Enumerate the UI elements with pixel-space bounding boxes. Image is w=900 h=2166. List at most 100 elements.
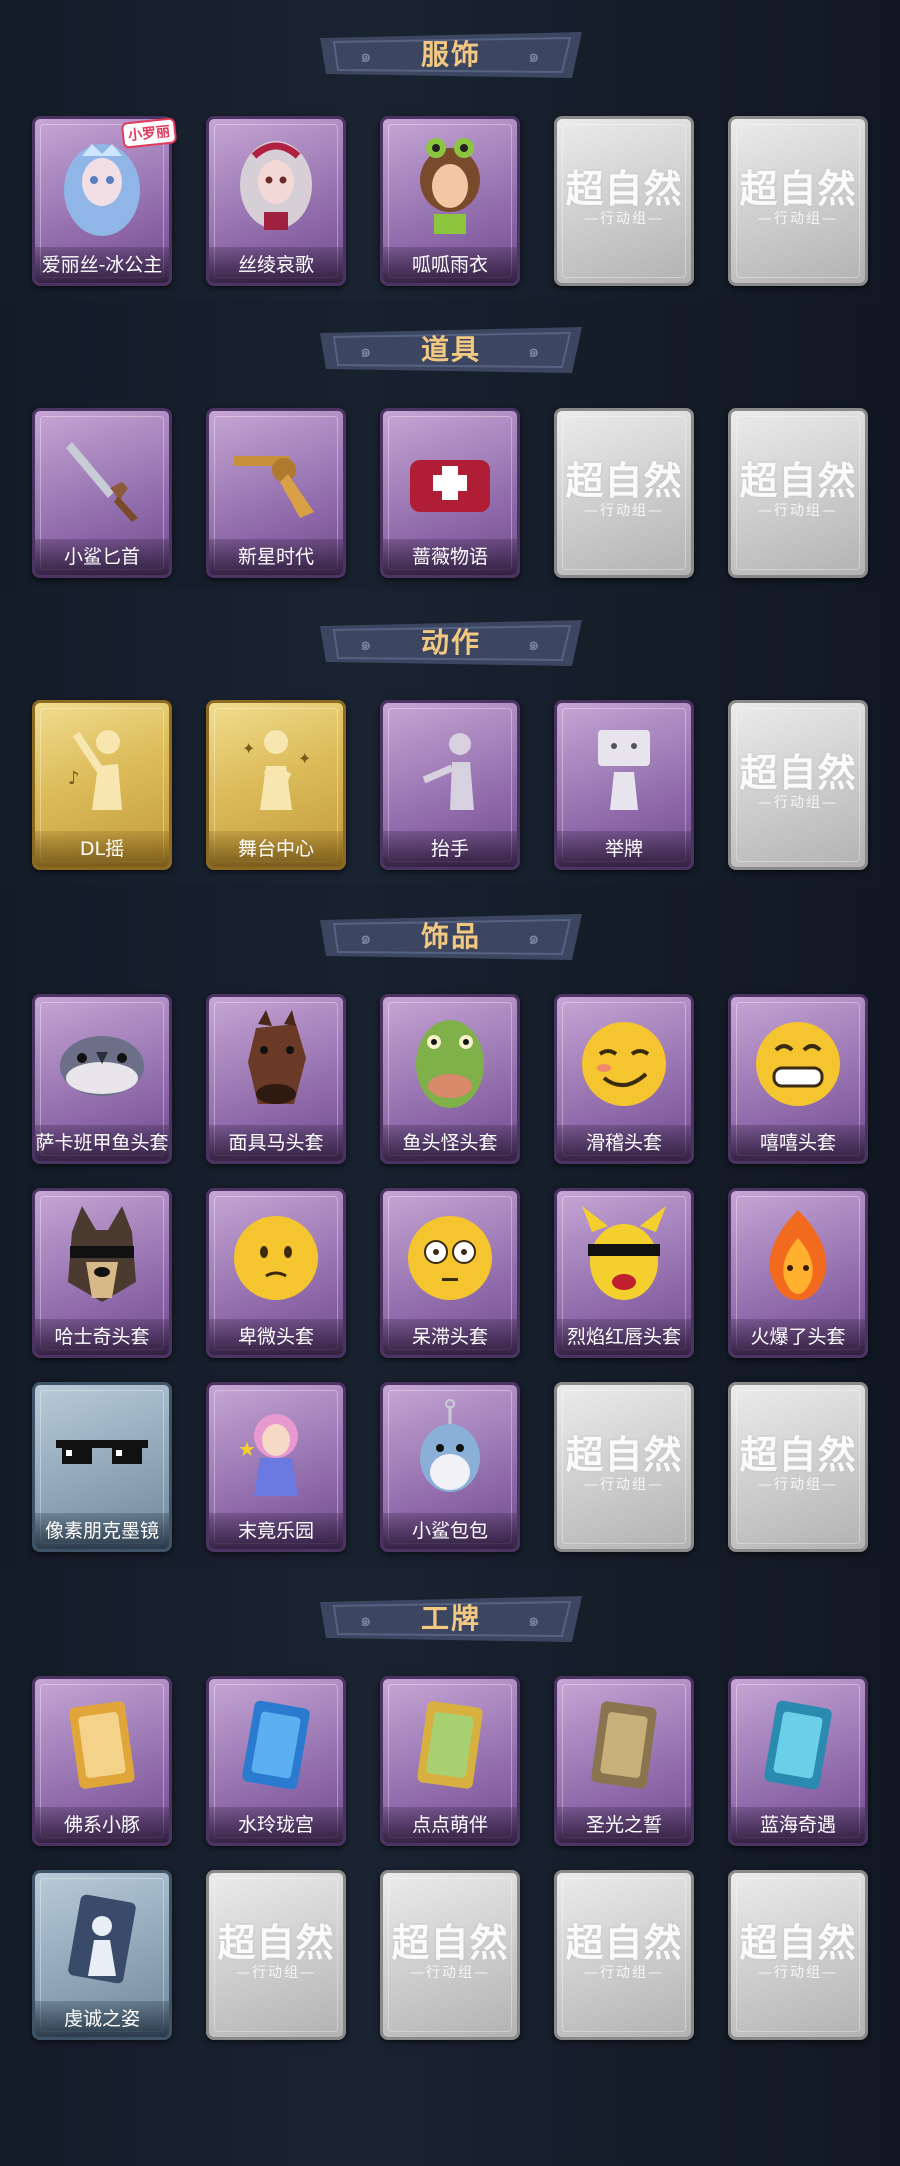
frog-raincoat-portrait-icon: [420, 138, 480, 234]
placeholder-watermark: 超自然: [739, 1433, 857, 1477]
item-card-cute-companion[interactable]: 点点萌伴: [380, 1676, 520, 1846]
item-card-fire-head[interactable]: 火爆了头套: [728, 1188, 868, 1358]
item-label: 圣光之誓: [557, 1807, 691, 1843]
shark-bag-icon: [420, 1399, 480, 1492]
hold-sign-icon: [598, 730, 650, 810]
item-label: 抬手: [383, 831, 517, 867]
item-card-devout-pose[interactable]: 虔诚之姿: [32, 1870, 172, 2040]
item-card-shark-bag[interactable]: 小鲨包包: [380, 1382, 520, 1552]
placeholder-watermark: 超自然: [565, 1433, 683, 1477]
item-card-shark-dagger[interactable]: 小鲨匕首: [32, 408, 172, 578]
item-card-pixel-sunglasses[interactable]: 像素朋克墨镜: [32, 1382, 172, 1552]
item-label: 哈士奇头套: [35, 1319, 169, 1355]
placeholder-watermark-sub: —行动组—: [584, 1965, 664, 1981]
item-card-blue-sea[interactable]: 蓝海奇遇: [728, 1676, 868, 1846]
placeholder-watermark-sub: —行动组—: [584, 211, 664, 227]
item-card-grin-head[interactable]: 嘻嘻头套: [728, 994, 868, 1164]
item-card-hold-sign[interactable]: 举牌: [554, 700, 694, 870]
item-card-rose-tale[interactable]: 蔷薇物语: [380, 408, 520, 578]
item-card-frog-raincoat[interactable]: 呱呱雨衣: [380, 116, 520, 286]
placeholder-watermark-sub: —行动组—: [584, 1477, 664, 1493]
section-title: 工牌: [420, 1602, 481, 1635]
item-label: 蔷薇物语: [383, 539, 517, 575]
dance-pose-icon: ♪: [68, 730, 122, 810]
empty-slot: 超自然 —行动组—: [728, 700, 868, 870]
item-label: 点点萌伴: [383, 1807, 517, 1843]
husky-head-icon: [68, 1206, 136, 1302]
placeholder-watermark: 超自然: [565, 1921, 683, 1965]
fishman-head-icon: [416, 1020, 484, 1108]
item-label: 面具马头套: [209, 1125, 343, 1161]
raise-hand-icon: [422, 733, 474, 810]
holy-light-card-icon: [591, 1701, 657, 1789]
item-label: 蓝海奇遇: [731, 1807, 865, 1843]
golden-card-icon: [69, 1701, 135, 1789]
placeholder-watermark-sub: —行动组—: [758, 503, 838, 519]
section-banner-badges: ๑๑ 工牌: [320, 1594, 582, 1644]
devout-pose-card-icon: [68, 1894, 136, 1984]
item-card-water-palace[interactable]: 水玲珑宫: [206, 1676, 346, 1846]
item-label: DL摇: [35, 831, 169, 867]
empty-slot: 超自然 —行动组—: [728, 408, 868, 578]
item-label: 卑微头套: [209, 1319, 343, 1355]
empty-slot: 超自然 —行动组—: [554, 1870, 694, 2040]
item-label: 虔诚之姿: [35, 2001, 169, 2037]
placeholder-watermark: 超自然: [217, 1921, 335, 1965]
section-title: 动作: [420, 626, 481, 659]
item-card-dl-sway[interactable]: ♪ DL摇: [32, 700, 172, 870]
item-label: 呱呱雨衣: [383, 247, 517, 283]
item-card-horse-head[interactable]: 面具马头套: [206, 994, 346, 1164]
empty-slot: 超自然 —行动组—: [554, 116, 694, 286]
item-card-silk-elegy[interactable]: 丝绫哀歌: [206, 116, 346, 286]
placeholder-watermark: 超自然: [391, 1921, 509, 1965]
fire-spirit-icon: [769, 1210, 827, 1300]
item-card-red-lips-head[interactable]: 烈焰红唇头套: [554, 1188, 694, 1358]
horse-head-icon: [248, 1010, 306, 1104]
item-card-unfinished-park[interactable]: ★ 末竟乐园: [206, 1382, 346, 1552]
empty-slot: 超自然 —行动组—: [554, 1382, 694, 1552]
empty-slot: 超自然 —行动组—: [206, 1870, 346, 2040]
item-card-husky-head[interactable]: 哈士奇头套: [32, 1188, 172, 1358]
item-card-ice-princess[interactable]: 小罗丽 爱丽丝-冰公主: [32, 116, 178, 286]
item-card-center-stage[interactable]: ✦ ✦ 舞台中心: [206, 700, 346, 870]
stage-pose-icon: ✦✦: [242, 730, 311, 810]
placeholder-watermark-sub: —行动组—: [236, 1965, 316, 1981]
pixel-sunglasses-icon: [56, 1440, 148, 1464]
medkit-icon: [410, 460, 490, 512]
revolver-icon: [234, 456, 314, 518]
empty-slot: 超自然 —行动组—: [554, 408, 694, 578]
item-label: 小鲨匕首: [35, 539, 169, 575]
clown-girl-charm-icon: ★: [238, 1414, 298, 1496]
svg-text:✦: ✦: [298, 749, 311, 768]
placeholder-watermark-sub: —行动组—: [758, 795, 838, 811]
item-card-smirk-head[interactable]: 滑稽头套: [554, 994, 694, 1164]
item-card-humble-head[interactable]: 卑微头套: [206, 1188, 346, 1358]
placeholder-watermark: 超自然: [739, 751, 857, 795]
item-card-zen-piglet[interactable]: 佛系小豚: [32, 1676, 172, 1846]
item-label: 舞台中心: [209, 831, 343, 867]
empty-slot: 超自然 —行动组—: [728, 1382, 868, 1552]
item-card-nova-era[interactable]: 新星时代: [206, 408, 346, 578]
item-card-fish-head[interactable]: 萨卡班甲鱼头套: [32, 994, 172, 1164]
empty-slot: 超自然 —行动组—: [380, 1870, 520, 2040]
item-card-holy-oath[interactable]: 圣光之誓: [554, 1676, 694, 1846]
section-title: 饰品: [420, 920, 481, 953]
section-banner-actions: ๑๑ 动作: [320, 618, 582, 668]
item-label: 嘻嘻头套: [731, 1125, 865, 1161]
shark-dagger-icon: [66, 442, 138, 522]
empty-slot: 超自然 —行动组—: [728, 116, 868, 286]
meadow-card-icon: [417, 1701, 483, 1789]
item-card-fishman-head[interactable]: 鱼头怪头套: [380, 994, 520, 1164]
section-banner-clothing: ๑๑ 服饰: [320, 30, 582, 80]
section-title: 服饰: [420, 38, 481, 71]
item-label: 像素朋克墨镜: [35, 1513, 169, 1549]
pikachu-head-icon: [582, 1206, 666, 1300]
item-label: 佛系小豚: [35, 1807, 169, 1843]
grin-emoji-icon: [756, 1022, 840, 1106]
item-card-raise-hand[interactable]: 抬手: [380, 700, 520, 870]
item-card-dazed-head[interactable]: 呆滞头套: [380, 1188, 520, 1358]
item-label: 举牌: [557, 831, 691, 867]
svg-text:★: ★: [238, 1437, 256, 1461]
dazed-emoji-icon: [408, 1216, 492, 1300]
blue-sea-card-icon: [764, 1700, 832, 1790]
